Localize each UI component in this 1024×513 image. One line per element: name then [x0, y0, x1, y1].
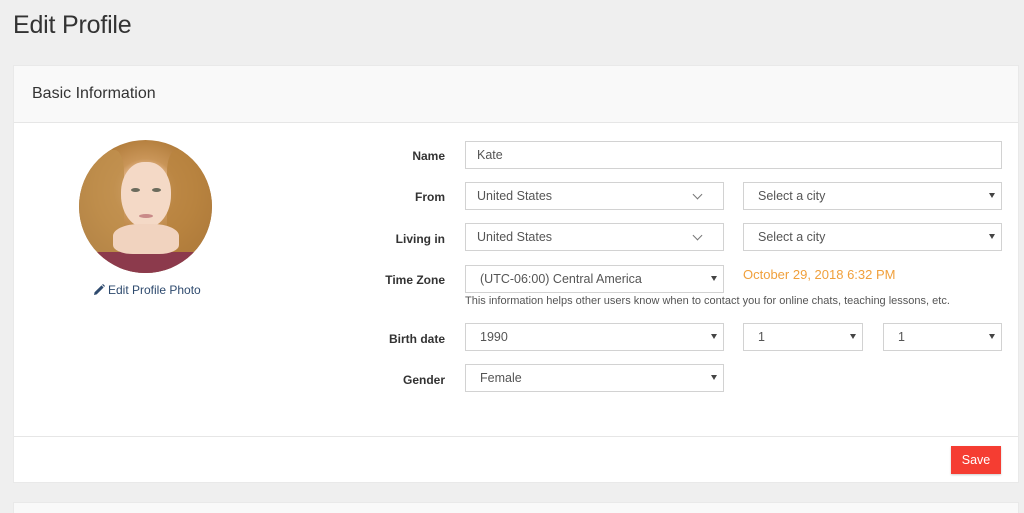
gender-select[interactable]: Female — [465, 364, 724, 392]
living-in-country-value: United States — [477, 230, 553, 244]
chevron-down-icon — [692, 230, 703, 241]
living-in-label: Living in — [395, 232, 445, 246]
card-header: Basic Information — [14, 66, 1018, 123]
from-city-select[interactable]: Select a city — [743, 182, 1002, 210]
from-country-select[interactable]: United States — [465, 182, 724, 210]
local-time: October 29, 2018 6:32 PM — [743, 267, 896, 282]
living-in-country-select[interactable]: United States — [465, 223, 724, 251]
time-zone-select[interactable]: (UTC-06:00) Central America — [465, 265, 724, 293]
birth-day-value: 1 — [898, 330, 905, 344]
living-in-city-select[interactable]: Select a city — [743, 223, 1002, 251]
caret-down-icon — [711, 375, 717, 380]
from-city-placeholder: Select a city — [758, 189, 826, 203]
time-zone-value: (UTC-06:00) Central America — [480, 272, 642, 286]
birth-month-select[interactable]: 1 — [743, 323, 863, 351]
caret-down-icon — [989, 193, 995, 198]
living-in-city-placeholder: Select a city — [758, 230, 826, 244]
chevron-down-icon — [692, 189, 703, 200]
card-footer: Save — [14, 436, 1018, 482]
caret-down-icon — [850, 334, 856, 339]
caret-down-icon — [989, 334, 995, 339]
gender-value: Female — [480, 371, 522, 385]
basic-information-card: Basic Information Edit Profile Photo Nam… — [13, 65, 1019, 483]
caret-down-icon — [711, 276, 717, 281]
from-country-value: United States — [477, 189, 553, 203]
name-input[interactable]: Kate — [465, 141, 1002, 169]
profile-photo — [79, 140, 212, 273]
next-card — [13, 502, 1019, 513]
birth-date-label: Birth date — [388, 332, 445, 346]
name-label: Name — [412, 149, 445, 163]
birth-year-select[interactable]: 1990 — [465, 323, 724, 351]
save-button[interactable]: Save — [951, 446, 1001, 474]
caret-down-icon — [711, 334, 717, 339]
caret-down-icon — [989, 234, 995, 239]
birth-day-select[interactable]: 1 — [883, 323, 1002, 351]
birth-month-value: 1 — [758, 330, 765, 344]
gender-label: Gender — [402, 373, 445, 387]
edit-profile-photo-label: Edit Profile Photo — [108, 283, 201, 297]
time-zone-label: Time Zone — [385, 273, 445, 287]
pencil-icon — [94, 284, 105, 295]
time-zone-help: This information helps other users know … — [465, 295, 950, 307]
birth-year-value: 1990 — [480, 330, 508, 344]
edit-profile-photo-link[interactable]: Edit Profile Photo — [93, 283, 201, 297]
name-input-value: Kate — [477, 148, 503, 162]
page-title: Edit Profile — [13, 11, 132, 39]
from-label: From — [415, 190, 445, 204]
